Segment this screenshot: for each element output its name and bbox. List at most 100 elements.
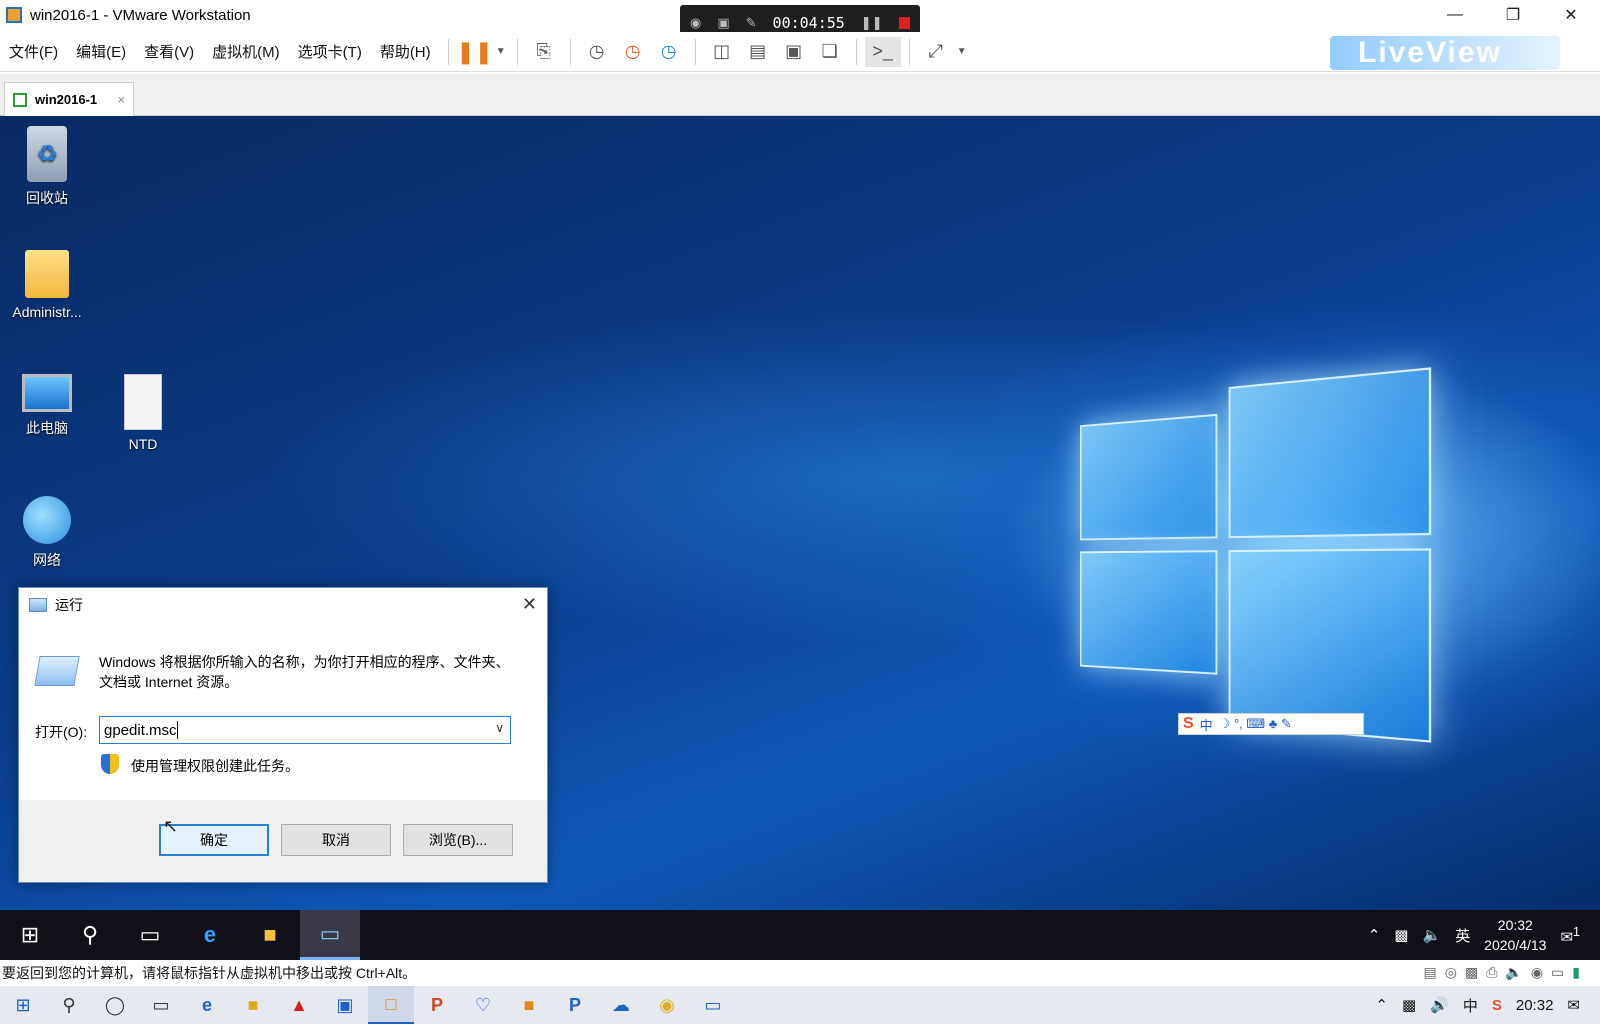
sogou-tray-icon[interactable]: S xyxy=(1492,997,1502,1014)
close-button[interactable]: ✕ xyxy=(1542,0,1600,30)
message-log-icon[interactable]: ▮ xyxy=(1572,964,1580,981)
menu-vm[interactable]: 虚拟机(M) xyxy=(203,41,289,62)
printer-icon[interactable]: ⎙ xyxy=(1486,964,1497,981)
minimize-button[interactable]: — xyxy=(1426,0,1484,30)
ime-toolbar[interactable]: S 中 ☽ °, ⌨ ♣ ✎ xyxy=(1178,713,1364,735)
file-explorer-icon[interactable]: ■ xyxy=(240,910,300,960)
search-icon[interactable]: ⚲ xyxy=(46,986,92,1024)
network-tray-icon[interactable]: ▩ xyxy=(1402,996,1416,1014)
edge-icon[interactable]: e xyxy=(184,986,230,1024)
stop-recording-icon[interactable] xyxy=(899,17,910,29)
notepad-icon[interactable]: ▭ xyxy=(690,986,736,1024)
vmware-taskbar-icon[interactable]: □ xyxy=(368,986,414,1024)
run-description: Windows 将根据你所输入的名称，为你打开相应的程序、文件夹、文档或 Int… xyxy=(99,652,519,692)
cd-drive-icon[interactable]: ◎ xyxy=(1445,964,1457,981)
guest-time: 20:32 xyxy=(1498,915,1533,935)
chevron-up-icon[interactable]: ⌃ xyxy=(1375,996,1388,1014)
sogou-logo-icon[interactable]: S xyxy=(1183,715,1194,733)
network-adapter-icon[interactable]: ▩ xyxy=(1465,964,1478,981)
pen-icon[interactable]: ✎ xyxy=(746,15,757,31)
camera-icon[interactable]: ▣ xyxy=(717,15,729,31)
snapshot-icon[interactable]: ◷ xyxy=(579,37,615,67)
guest-clock[interactable]: 20:32 2020/4/13 xyxy=(1484,915,1546,955)
input-language[interactable]: 英 xyxy=(1455,925,1470,946)
eye-icon[interactable]: ◉ xyxy=(690,15,701,31)
desktop-icon-this-pc[interactable]: 此电脑 xyxy=(2,374,92,438)
cortana-icon[interactable]: ◯ xyxy=(92,986,138,1024)
mouse-cursor-icon: ↖ xyxy=(163,816,178,837)
notification-icon[interactable]: ✉1 xyxy=(1560,925,1580,946)
desktop-icon-administrator[interactable]: Administr... xyxy=(2,250,92,320)
task-view-icon[interactable]: ▭ xyxy=(138,986,184,1024)
guest-taskbar: ⊞ ⚲ ▭ e ■ ▭ ⌃ ▩ 🔈 英 20:32 2020/4/13 ✉1 xyxy=(0,910,1600,960)
file-explorer-icon[interactable]: ■ xyxy=(230,986,276,1024)
usb-icon[interactable]: ◉ xyxy=(1531,964,1543,981)
host-time[interactable]: 20:32 xyxy=(1516,997,1554,1014)
recorder-icon[interactable]: ■ xyxy=(506,986,552,1024)
window-controls: — ❐ ✕ xyxy=(1426,0,1600,30)
start-icon[interactable]: ⊞ xyxy=(0,910,60,960)
menu-view[interactable]: 查看(V) xyxy=(135,41,203,62)
action-center-icon[interactable]: ✉ xyxy=(1567,996,1580,1014)
chevron-down-icon[interactable]: ▼ xyxy=(493,37,509,67)
sound-card-icon[interactable]: 🔈 xyxy=(1505,964,1522,981)
volume-icon[interactable]: 🔊 xyxy=(1430,996,1449,1014)
powerpoint-icon[interactable]: P xyxy=(414,986,460,1024)
send-ctrl-alt-del-icon[interactable]: ⎘ xyxy=(526,37,562,67)
ime-symbols[interactable]: ☽ °, ⌨ ♣ ✎ xyxy=(1219,716,1292,732)
desktop-icon-recycle-bin[interactable]: ♻ 回收站 xyxy=(2,126,92,208)
restore-button[interactable]: ❐ xyxy=(1484,0,1542,30)
tab-close-icon[interactable]: × xyxy=(117,92,125,107)
task-view-icon[interactable]: ▭ xyxy=(120,910,180,960)
volume-muted-icon[interactable]: 🔈 xyxy=(1422,926,1441,944)
hard-disk-icon[interactable]: ▤ xyxy=(1424,964,1437,981)
snapshot-manager-icon[interactable]: ◷ xyxy=(651,37,687,67)
menu-tabs[interactable]: 选项卡(T) xyxy=(289,41,371,62)
open-input[interactable]: gpedit.msc xyxy=(104,722,177,739)
network-tray-icon[interactable]: ▩ xyxy=(1394,926,1408,944)
desktop-icon-label: 回收站 xyxy=(26,188,68,208)
desktop-icon-network[interactable]: 网络 xyxy=(2,496,92,570)
stretch-icon[interactable]: ⤢ xyxy=(918,37,954,67)
browse-button[interactable]: 浏览(B)... xyxy=(403,824,513,856)
display-icon[interactable]: ▭ xyxy=(1551,964,1564,981)
this-pc-icon xyxy=(22,374,72,412)
suspend-vm-icon[interactable]: ❚❚ xyxy=(457,37,493,67)
open-combobox[interactable]: gpedit.msc ∨ xyxy=(99,716,511,744)
publisher-icon[interactable]: P xyxy=(552,986,598,1024)
vmware-status-bar: 要返回到您的计算机，请将鼠标指针从虚拟机中移出或按 Ctrl+Alt。 ▤ ◎ … xyxy=(0,960,1600,986)
cancel-button[interactable]: 取消 xyxy=(281,824,391,856)
menu-file[interactable]: 文件(F) xyxy=(0,41,67,62)
recycle-bin-icon: ♻ xyxy=(27,126,67,182)
pause-recording-icon[interactable]: ❚❚ xyxy=(861,15,883,31)
unity-icon[interactable]: ❏ xyxy=(812,37,848,67)
menu-edit[interactable]: 编辑(E) xyxy=(67,41,135,62)
menu-help[interactable]: 帮助(H) xyxy=(371,41,440,62)
baidu-netdisk-icon[interactable]: ☁ xyxy=(598,986,644,1024)
tab-win2016-1[interactable]: win2016-1 × xyxy=(4,82,134,116)
media-player-icon[interactable]: ◉ xyxy=(644,986,690,1024)
start-icon[interactable]: ⊞ xyxy=(0,986,46,1024)
library-view-icon[interactable]: ◫ xyxy=(704,37,740,67)
console-view-icon[interactable]: >_ xyxy=(865,37,901,67)
uac-shield-icon xyxy=(101,754,119,774)
run-dialog-titlebar[interactable]: 运行 xyxy=(19,588,547,622)
paint-icon[interactable]: ♡ xyxy=(460,986,506,1024)
chevron-up-icon[interactable]: ⌃ xyxy=(1368,926,1381,944)
desktop-icon-label: NTD xyxy=(129,436,158,452)
acrobat-icon[interactable]: ▲ xyxy=(276,986,322,1024)
internet-explorer-icon[interactable]: e xyxy=(180,910,240,960)
revert-snapshot-icon[interactable]: ◷ xyxy=(615,37,651,67)
chevron-down-icon[interactable]: ▼ xyxy=(954,37,970,67)
guest-desktop[interactable]: ♻ 回收站 Administr... 此电脑 NTD 网络 S 中 ☽ °, ⌨… xyxy=(0,116,1600,910)
desktop-icon-ntd[interactable]: NTD xyxy=(98,374,188,452)
run-dialog-close-icon[interactable]: ✕ xyxy=(522,594,537,615)
full-screen-icon[interactable]: ▣ xyxy=(776,37,812,67)
ime-mode[interactable]: 中 xyxy=(1200,715,1213,734)
app-window-icon[interactable]: ▣ xyxy=(322,986,368,1024)
run-taskbar-icon[interactable]: ▭ xyxy=(300,910,360,960)
chevron-down-icon[interactable]: ∨ xyxy=(495,721,504,735)
search-icon[interactable]: ⚲ xyxy=(60,910,120,960)
thumbnail-view-icon[interactable]: ▤ xyxy=(740,37,776,67)
input-language[interactable]: 中 xyxy=(1463,995,1478,1016)
